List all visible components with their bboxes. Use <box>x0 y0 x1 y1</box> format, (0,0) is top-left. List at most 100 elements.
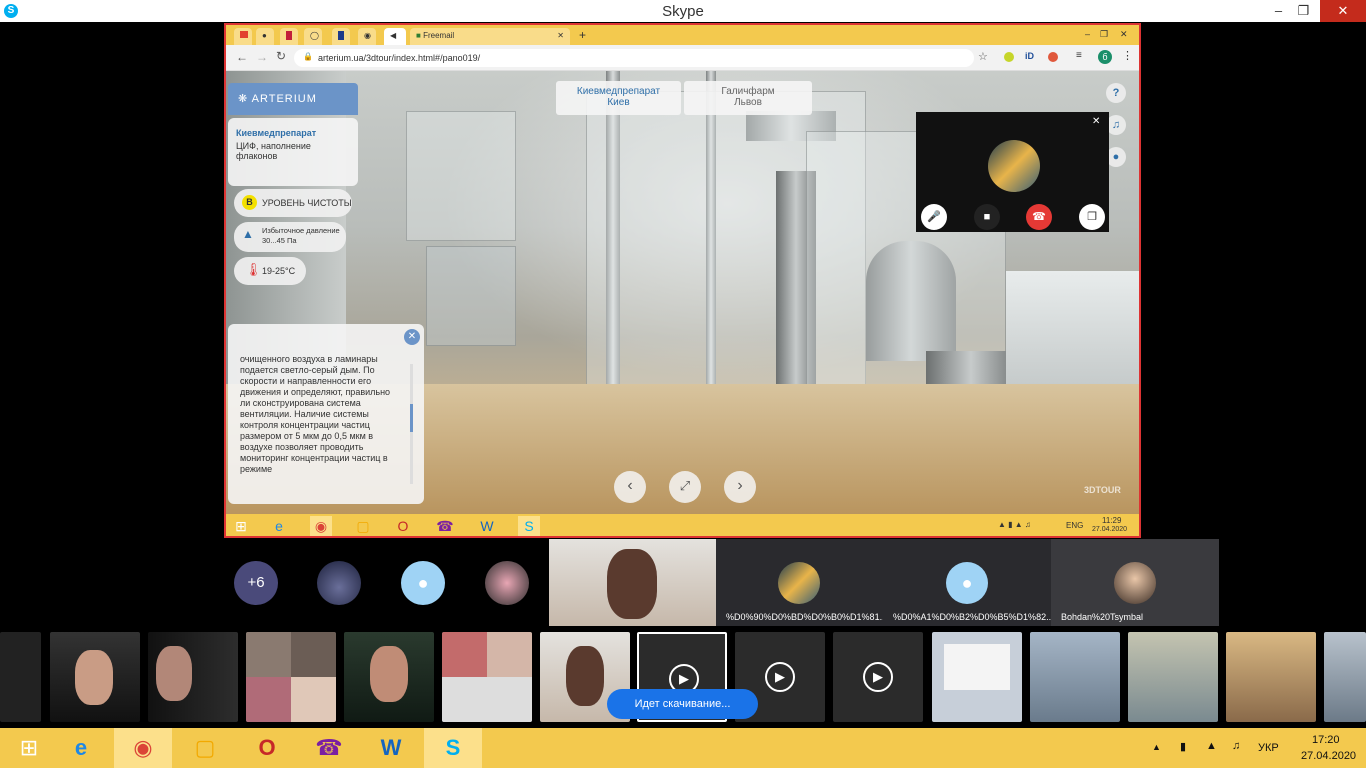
participant-avatar[interactable]: ● <box>401 561 445 605</box>
skype-icon[interactable]: S <box>424 728 482 768</box>
more-participants-button[interactable]: +6 <box>234 561 278 605</box>
browser-close-icon[interactable]: ✕ <box>1119 28 1133 45</box>
forward-icon[interactable]: → <box>256 50 268 64</box>
tab-pinned-1[interactable] <box>234 28 252 45</box>
thermometer-icon: 🌡 <box>245 262 262 277</box>
profile-avatar[interactable]: б <box>1098 50 1112 64</box>
thumbnail-cell <box>442 677 532 722</box>
hangup-icon[interactable]: ☎ <box>1026 204 1052 230</box>
participant-tile[interactable]: ● %D0%A1%D0%B2%D0%B5%D1%82... <box>883 539 1054 626</box>
music-icon[interactable]: ♫ <box>1106 115 1126 135</box>
temperature-badge[interactable]: 🌡 19-25°C <box>234 257 306 285</box>
ie-icon[interactable]: e <box>52 728 110 768</box>
reload-icon[interactable]: ↻ <box>276 49 286 63</box>
watermark: 3DTOUR <box>1084 485 1121 495</box>
help-button[interactable]: ? <box>1106 83 1126 103</box>
browser-maximize-icon[interactable]: ❐ <box>1099 28 1113 45</box>
mini-call-window[interactable]: ✕ 🎤 ■ ☎ ❐ <box>916 112 1109 232</box>
signal-icon[interactable]: ▲ <box>1206 740 1217 752</box>
tab-pinned-6[interactable]: ◉ <box>358 28 376 45</box>
extension-3-icon[interactable] <box>1048 52 1058 62</box>
video-off-icon[interactable]: ■ <box>974 204 1000 230</box>
tab-close-icon[interactable]: ✕ <box>557 31 564 40</box>
thumbnail[interactable] <box>0 632 41 722</box>
popout-icon[interactable]: ❐ <box>1079 204 1105 230</box>
mic-icon[interactable]: 🎤 <box>921 204 947 230</box>
thumbnail-face <box>156 646 192 701</box>
thumbnail[interactable] <box>1128 632 1218 722</box>
thumbnail[interactable] <box>344 632 434 722</box>
tab-freemail[interactable]: ■ Freemail ✕ <box>410 28 570 45</box>
url-field[interactable]: 🔒 arterium.ua/3dtour/index.html#/pano019… <box>294 49 974 67</box>
participant-video-tile[interactable] <box>549 539 716 626</box>
tab-active[interactable]: ◀ <box>384 28 406 45</box>
extension-2-icon[interactable]: iD <box>1025 51 1034 61</box>
participant-avatar[interactable] <box>317 561 361 605</box>
person-icon[interactable]: ● <box>1106 147 1126 167</box>
cleanliness-badge[interactable]: B УРОВЕНЬ ЧИСТОТЫ <box>234 189 352 217</box>
site-lviv-button[interactable]: Галичфарм Львов <box>684 81 812 115</box>
menu-icon[interactable]: ⋮ <box>1122 49 1133 62</box>
extension-1-icon[interactable] <box>1004 52 1014 62</box>
thumbnail[interactable] <box>442 632 532 722</box>
description-scrollbar[interactable] <box>410 364 413 484</box>
tab-pinned-3[interactable] <box>280 28 298 45</box>
pressure-label: Избыточное давление 30...45 Па <box>262 226 340 245</box>
participant-tile[interactable]: Bohdan%20Tsymbal <box>1051 539 1219 626</box>
brand-panel[interactable]: ❋ ARTERIUM <box>228 83 358 115</box>
description-panel: ✕ очищенного воздуха в ламинары подается… <box>228 324 424 504</box>
round-icon: ◉ <box>364 31 371 40</box>
mini-call-close-icon[interactable]: ✕ <box>1092 116 1100 127</box>
back-icon[interactable]: ← <box>236 50 248 64</box>
thumbnail[interactable] <box>1030 632 1120 722</box>
address-bar: ← → ↻ 🔒 arterium.ua/3dtour/index.html#/p… <box>226 45 1139 71</box>
skype-icon: S <box>518 516 540 536</box>
tab-pinned-5[interactable] <box>332 28 350 45</box>
play-icon[interactable]: ▶ <box>863 662 893 692</box>
thumbnail[interactable] <box>932 632 1022 722</box>
star-icon[interactable]: ☆ <box>978 50 988 63</box>
clock-time[interactable]: 17:20 <box>1312 734 1340 746</box>
arterium-logo-icon: ❋ <box>238 93 249 105</box>
word-icon[interactable]: W <box>362 728 420 768</box>
chrome-icon[interactable]: ◉ <box>114 728 172 768</box>
thumbnail[interactable] <box>1226 632 1316 722</box>
new-tab-button[interactable]: + <box>576 28 594 45</box>
tab-pinned-2[interactable]: ● <box>256 28 274 45</box>
thumbnail[interactable] <box>148 632 238 722</box>
clock-date[interactable]: 27.04.2020 <box>1301 750 1356 762</box>
play-icon[interactable]: ▶ <box>765 662 795 692</box>
viber-icon[interactable]: ☎ <box>300 728 358 768</box>
description-close-icon[interactable]: ✕ <box>404 329 420 345</box>
start-button[interactable]: ⊞ <box>0 728 58 768</box>
next-scene-button[interactable]: › <box>724 471 756 503</box>
thumbnail[interactable]: ▶ <box>833 632 923 722</box>
download-toast[interactable]: Идет скачивание... <box>607 689 758 719</box>
participant-avatar[interactable] <box>485 561 529 605</box>
location-subtitle: ЦИФ, наполнение флаконов <box>236 141 311 161</box>
tray-expand-icon[interactable]: ▲ <box>1152 742 1161 752</box>
brand-name: ARTERIUM <box>251 93 317 105</box>
thumbnail[interactable] <box>50 632 140 722</box>
participant-tile[interactable]: %D0%90%D0%BD%D0%B0%D1%81... <box>716 539 887 626</box>
thumbnail[interactable] <box>246 632 336 722</box>
fullscreen-button[interactable]: ⤢ <box>669 471 701 503</box>
browser-minimize-icon[interactable]: – <box>1084 28 1098 45</box>
pressure-badge[interactable]: ▲ Избыточное давление 30...45 Па <box>234 222 346 252</box>
prev-scene-button[interactable]: ‹ <box>614 471 646 503</box>
site-kyiv-button[interactable]: Киевмедпрепарат Киев <box>556 81 681 115</box>
mail-icon <box>240 31 248 38</box>
folder-icon[interactable]: ▢ <box>176 728 234 768</box>
battery-icon[interactable]: ▮ <box>1180 740 1186 753</box>
folder-icon: ▢ <box>356 518 370 534</box>
volume-icon[interactable]: ♫ <box>1232 740 1240 752</box>
language-indicator[interactable]: УКР <box>1258 742 1279 754</box>
description-scroll-thumb[interactable] <box>410 404 413 432</box>
tab-pinned-4[interactable]: ◯ <box>304 28 322 45</box>
bookmark-icon <box>286 31 292 40</box>
opera-icon[interactable]: O <box>238 728 296 768</box>
close-button[interactable]: ✕ <box>1320 0 1366 22</box>
thumbnail[interactable] <box>1324 632 1366 722</box>
thumbnail-cell <box>246 632 291 677</box>
reading-list-icon[interactable]: ≡ <box>1076 50 1082 61</box>
